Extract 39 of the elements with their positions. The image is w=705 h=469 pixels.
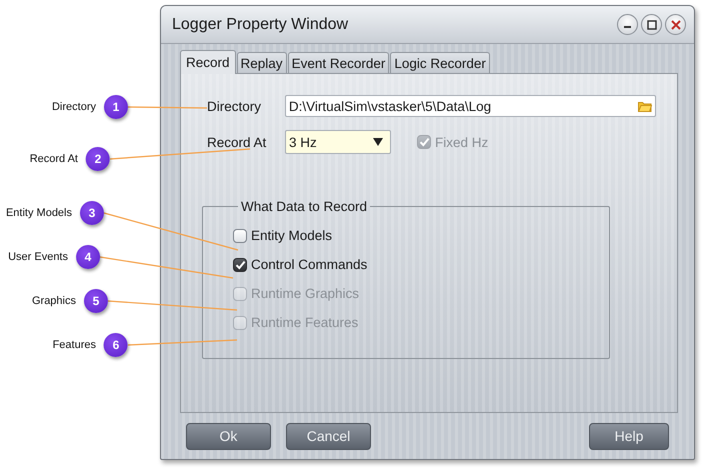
minimize-button[interactable] — [617, 14, 638, 35]
maximize-button[interactable] — [641, 14, 662, 35]
checkbox[interactable] — [233, 258, 247, 272]
callout-badge: 5 — [84, 289, 108, 313]
checkbox-label: Control Commands — [251, 257, 368, 272]
callout-badge: 6 — [104, 333, 128, 357]
callout-label: Entity Models — [6, 207, 72, 219]
checkbox[interactable] — [233, 228, 247, 242]
folder-icon[interactable] — [638, 100, 652, 112]
maximize-icon — [646, 20, 656, 30]
tab[interactable]: Event Recorder — [288, 52, 390, 73]
tab[interactable]: Record — [180, 50, 236, 74]
directory-field[interactable]: D:\VirtualSim\vstasker\5\Data\Log — [284, 95, 656, 117]
callout-badge: 2 — [86, 147, 110, 171]
callout-label: Record At — [30, 153, 78, 165]
dialog-button[interactable]: Ok — [186, 422, 271, 450]
record-at-dropdown[interactable]: 3 Hz — [285, 130, 391, 154]
checkbox-label: Runtime Graphics — [251, 286, 360, 301]
caret-icon — [373, 138, 383, 146]
checkbox-label: Runtime Features — [251, 315, 358, 330]
checkbox-label: Entity Models — [251, 228, 332, 243]
callout-badge: 4 — [76, 245, 100, 269]
callout-badge: 3 — [80, 201, 104, 225]
tab[interactable]: Replay — [236, 52, 287, 73]
dialog-button[interactable]: Cancel — [286, 422, 371, 450]
callout-badge: 1 — [104, 95, 128, 119]
checkbox-label: Fixed Hz — [435, 134, 488, 150]
group-title: What Data to Record — [240, 199, 368, 214]
directory-label: Directory — [206, 98, 262, 114]
record-at-label: Record At — [206, 134, 268, 150]
tab[interactable]: Logic Recorder — [390, 52, 490, 73]
callout-label: User Events — [8, 251, 68, 263]
callout-label: Directory — [52, 101, 96, 113]
callout-label: Features — [52, 339, 96, 351]
dialog-button[interactable]: Help — [589, 422, 669, 450]
callout-label: Graphics — [32, 295, 76, 307]
close-button[interactable] — [665, 14, 686, 35]
window-title: Logger Property Window — [172, 16, 348, 34]
close-icon — [670, 20, 680, 30]
